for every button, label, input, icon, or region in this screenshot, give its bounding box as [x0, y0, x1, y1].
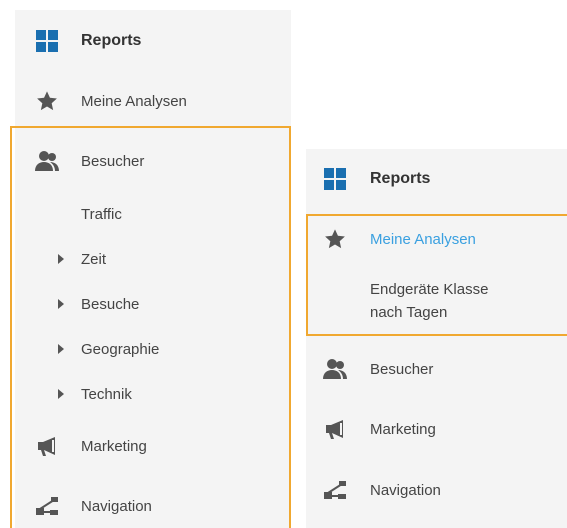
navigation-icon — [35, 494, 59, 518]
sidebar-subitem-label: Besuche — [81, 296, 140, 313]
sidebar-item-label: Besucher — [370, 361, 434, 378]
grid-icon — [323, 167, 347, 191]
sidebar-item-meine-analysen[interactable]: Meine Analysen — [306, 225, 567, 253]
sidebar-item-meine-analysen[interactable]: Meine Analysen — [15, 87, 291, 115]
sidebar-subitem-label: Traffic — [81, 206, 122, 223]
sidebar-subitem-technik[interactable]: Technik — [15, 381, 291, 407]
sidebar-item-label: Besucher — [81, 153, 145, 170]
sidebar-subitem-endgeraete-klasse[interactable]: Endgeräte Klasse nach Tagen — [306, 279, 567, 325]
grid-icon — [35, 29, 59, 53]
sidebar-item-reports[interactable]: Reports — [15, 27, 291, 55]
sidebar-item-label: Reports — [81, 32, 142, 49]
caret-right-icon — [58, 299, 64, 309]
megaphone-icon — [35, 434, 59, 458]
sidebar-item-label: Reports — [370, 170, 431, 187]
sidebar-item-label: Marketing — [81, 438, 147, 455]
sidebar-item-label: Meine Analysen — [370, 231, 476, 248]
sidebar-item-besucher[interactable]: Besucher — [306, 355, 567, 383]
sidebar-item-label: Marketing — [370, 421, 436, 438]
caret-right-icon — [58, 254, 64, 264]
sidebar-item-navigation[interactable]: Navigation — [15, 492, 291, 520]
sidebar-subitem-besuche[interactable]: Besuche — [15, 291, 291, 317]
sidebar-subitem-label-line2: nach Tagen — [370, 304, 448, 321]
sidebar-item-label: Navigation — [370, 482, 441, 499]
sidebar-subitem-label-line1: Endgeräte Klasse — [370, 281, 489, 298]
sidebar-subitem-geographie[interactable]: Geographie — [15, 336, 291, 362]
sidebar-subitem-traffic[interactable]: Traffic — [15, 201, 291, 227]
star-icon — [35, 89, 59, 113]
right-sidebar: Reports Meine Analysen Endgeräte Klasse … — [306, 149, 567, 528]
sidebar-subitem-label: Zeit — [81, 251, 107, 268]
users-icon — [35, 149, 59, 173]
navigation-icon — [323, 478, 347, 502]
caret-right-icon — [58, 389, 64, 399]
megaphone-icon — [323, 417, 347, 441]
sidebar-item-navigation[interactable]: Navigation — [306, 476, 567, 504]
sidebar-item-besucher[interactable]: Besucher — [15, 147, 291, 175]
sidebar-item-reports[interactable]: Reports — [306, 165, 567, 193]
users-icon — [323, 357, 347, 381]
sidebar-subitem-label: Geographie — [81, 341, 160, 358]
sidebar-item-label: Navigation — [81, 498, 152, 515]
left-sidebar: Reports Meine Analysen Besucher Traffic … — [15, 10, 291, 528]
sidebar-subitem-label: Technik — [81, 386, 132, 403]
sidebar-item-marketing[interactable]: Marketing — [15, 432, 291, 460]
sidebar-item-marketing[interactable]: Marketing — [306, 415, 567, 443]
sidebar-item-label: Meine Analysen — [81, 93, 187, 110]
caret-right-icon — [58, 344, 64, 354]
star-icon — [323, 227, 347, 251]
sidebar-subitem-zeit[interactable]: Zeit — [15, 246, 291, 272]
